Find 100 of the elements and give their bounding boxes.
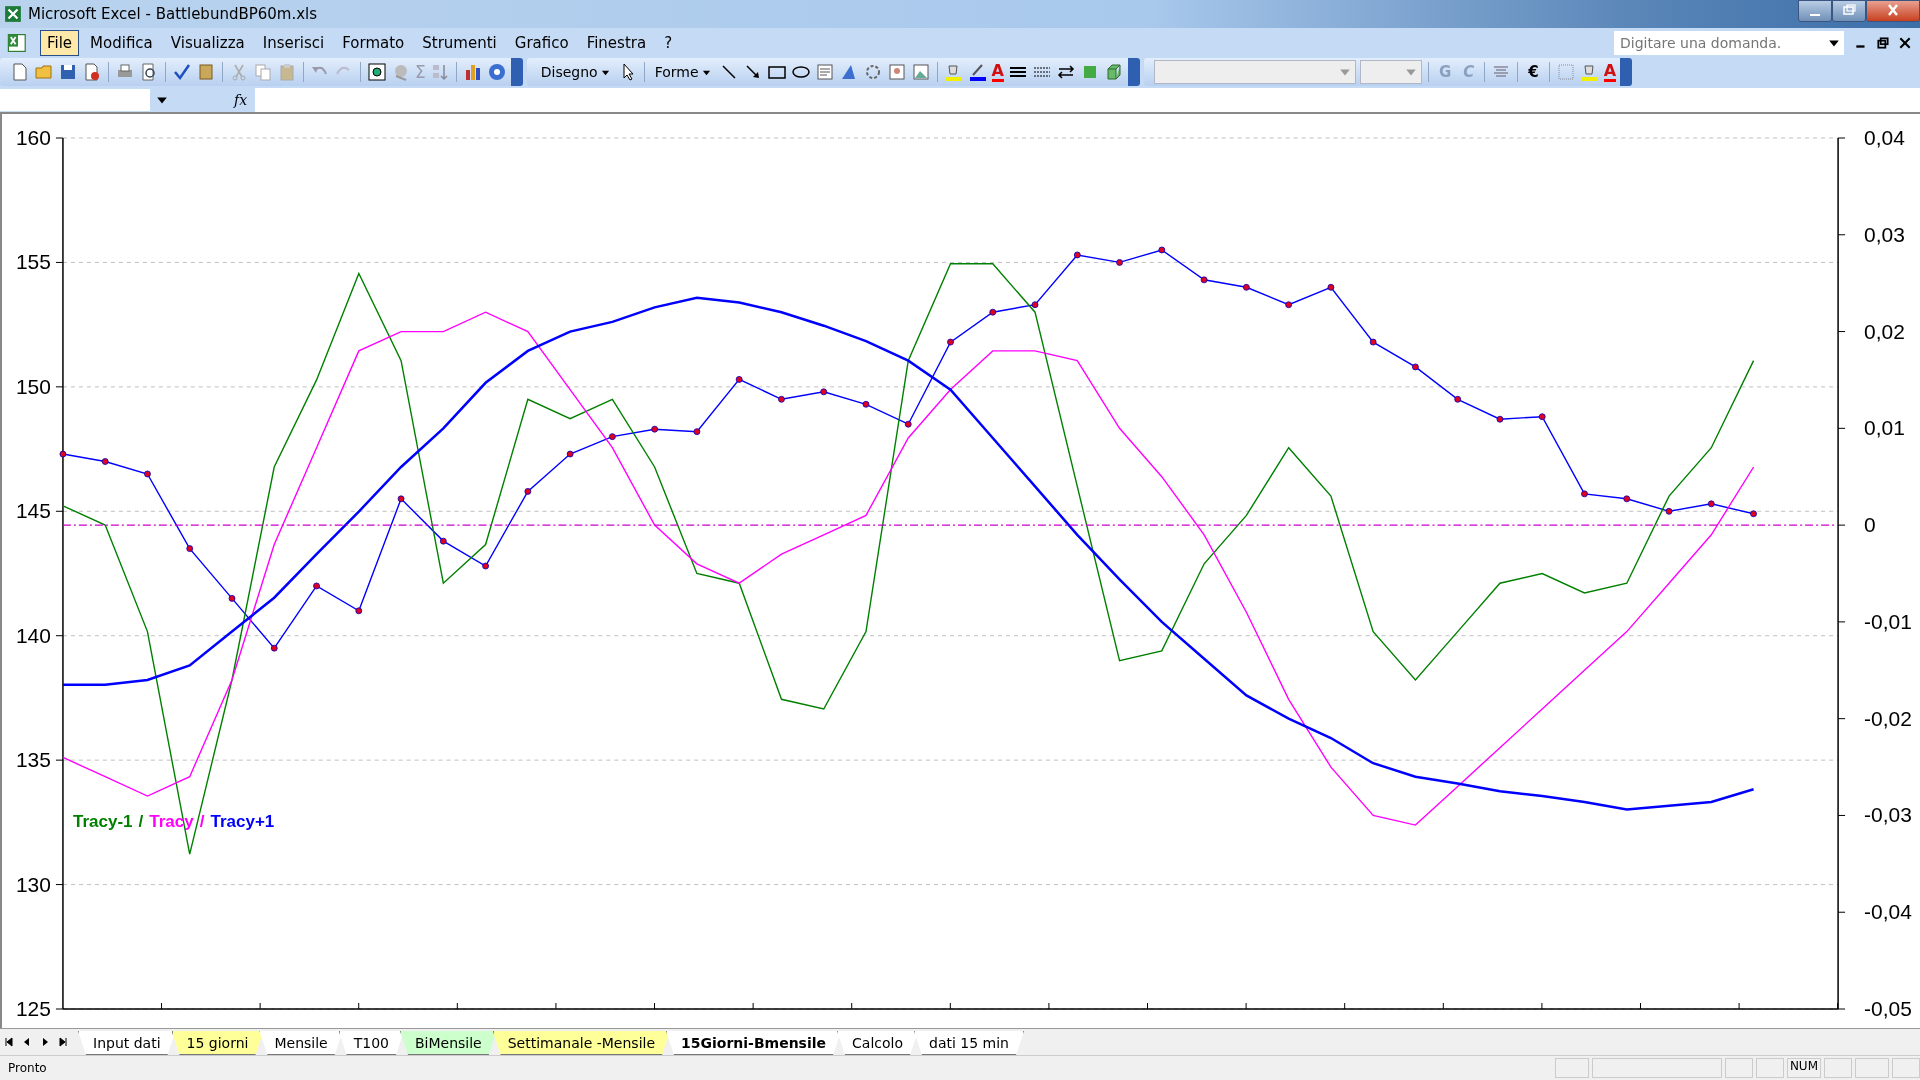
font-color-button[interactable]: A <box>991 62 1004 82</box>
data-point <box>1116 259 1123 266</box>
data-point <box>1200 276 1208 284</box>
fill-bucket-icon[interactable] <box>943 62 964 82</box>
sheet-tab[interactable]: Mensile <box>259 1031 343 1055</box>
sheet-tab[interactable]: BiMensile <box>400 1031 497 1055</box>
close-icon[interactable] <box>1898 36 1912 50</box>
menu-item[interactable]: File <box>40 30 80 56</box>
help-search-field[interactable]: Digitare una domanda. <box>1614 31 1844 55</box>
data-point <box>566 450 574 458</box>
axis-label: 125 <box>15 997 51 1020</box>
legend-separator: / <box>199 812 205 832</box>
data-point <box>439 537 447 545</box>
axis-label: 0,02 <box>1864 319 1905 343</box>
menu-item[interactable]: Finestra <box>579 30 654 56</box>
book-icon[interactable] <box>196 62 216 82</box>
sheet-navigation-icon[interactable] <box>4 1037 14 1047</box>
font-size-field[interactable] <box>1359 60 1422 84</box>
restore-icon[interactable] <box>1876 36 1890 50</box>
sheet-navigation-icon[interactable] <box>58 1037 68 1047</box>
axis-label: -0,05 <box>1864 997 1912 1020</box>
currency-button[interactable]: € <box>1524 63 1543 81</box>
data-point <box>1538 413 1546 421</box>
font-name-field[interactable] <box>1153 60 1356 84</box>
legend-separator: / <box>138 812 144 832</box>
legend-label: Tracy+1 <box>210 812 275 832</box>
shapes-menu-button[interactable]: Forme <box>650 64 715 80</box>
page-icon[interactable] <box>10 62 30 82</box>
axis-label: 140 <box>15 623 51 647</box>
menu-item[interactable]: Visualizza <box>163 30 252 56</box>
page-x-icon[interactable] <box>82 62 102 82</box>
data-point <box>1665 507 1673 515</box>
window-title: Microsoft Excel - BattlebundBP60m.xls <box>28 5 318 23</box>
data-point <box>1369 338 1377 346</box>
axis-label: 155 <box>15 250 51 274</box>
data-point <box>144 470 151 478</box>
sheet-tab[interactable]: 15 giorni <box>171 1031 264 1055</box>
sheet-tab[interactable]: dati 15 min <box>914 1031 1024 1055</box>
menu-item[interactable]: ? <box>657 30 680 56</box>
data-point <box>904 420 912 428</box>
data-point <box>989 308 997 316</box>
data-point <box>1031 301 1039 309</box>
data-point <box>101 458 109 465</box>
draw-menu-button[interactable]: Disegno <box>536 64 614 80</box>
data-point <box>820 388 828 396</box>
data-point <box>1158 246 1166 254</box>
data-point <box>1285 301 1293 309</box>
data-point <box>1496 415 1504 423</box>
toolbar-options-icon[interactable] <box>510 58 523 86</box>
toolbar-options-icon[interactable] <box>1620 58 1633 86</box>
data-point <box>59 450 67 458</box>
close-button[interactable] <box>1866 0 1920 22</box>
pen-icon[interactable] <box>967 62 988 82</box>
minimize-button[interactable] <box>1798 0 1832 22</box>
data-point <box>186 545 194 552</box>
data-point <box>778 395 785 403</box>
sheet-tab[interactable]: Input dati <box>78 1031 176 1055</box>
axis-label: 130 <box>15 872 51 896</box>
data-point <box>1412 363 1419 371</box>
legend-label: Tracy-1 <box>73 812 133 832</box>
data-point <box>651 425 659 433</box>
menu-item[interactable]: Modifica <box>83 30 160 56</box>
axis-label: 135 <box>15 748 51 772</box>
data-point <box>228 595 236 602</box>
data-point <box>313 582 320 590</box>
status-indicator: NUM <box>1786 1058 1821 1078</box>
image-icon[interactable] <box>910 62 931 82</box>
data-point <box>1581 490 1588 498</box>
clipboard-icon[interactable] <box>277 62 297 82</box>
data-point <box>270 644 278 652</box>
sheet-tab[interactable]: T100 <box>338 1031 404 1055</box>
caret-icon <box>600 68 610 77</box>
data-point <box>862 400 870 408</box>
data-point <box>1454 395 1462 403</box>
menu-item[interactable]: Formato <box>335 30 412 56</box>
menu-item[interactable]: Strumenti <box>415 30 504 56</box>
axis-label: -0,01 <box>1864 609 1912 633</box>
menu-item[interactable]: Grafico <box>507 30 576 56</box>
caret-icon <box>701 68 711 77</box>
data-point <box>1750 510 1757 518</box>
data-point <box>524 488 532 495</box>
minimize-icon <box>1810 13 1820 16</box>
data-point <box>1073 251 1081 259</box>
help-icon[interactable] <box>486 62 507 82</box>
axis-label: -0,03 <box>1864 803 1912 827</box>
menu-item[interactable]: Inserisci <box>255 30 332 56</box>
data-point <box>609 433 616 441</box>
formula-field[interactable] <box>255 88 1920 112</box>
data-point <box>693 428 701 436</box>
data-point <box>482 562 489 570</box>
check-icon[interactable] <box>172 62 192 82</box>
font-color-button[interactable]: A <box>1603 62 1617 82</box>
function-label[interactable]: fx <box>234 92 248 108</box>
fill-bucket-icon[interactable] <box>1579 62 1600 82</box>
data-point <box>1243 283 1250 291</box>
axis-label: 0 <box>1864 513 1876 537</box>
toolbar-options-icon[interactable] <box>1127 58 1140 86</box>
clip-art-icon[interactable] <box>886 62 907 82</box>
restore-button[interactable] <box>1832 0 1866 22</box>
data-point <box>1623 495 1631 503</box>
